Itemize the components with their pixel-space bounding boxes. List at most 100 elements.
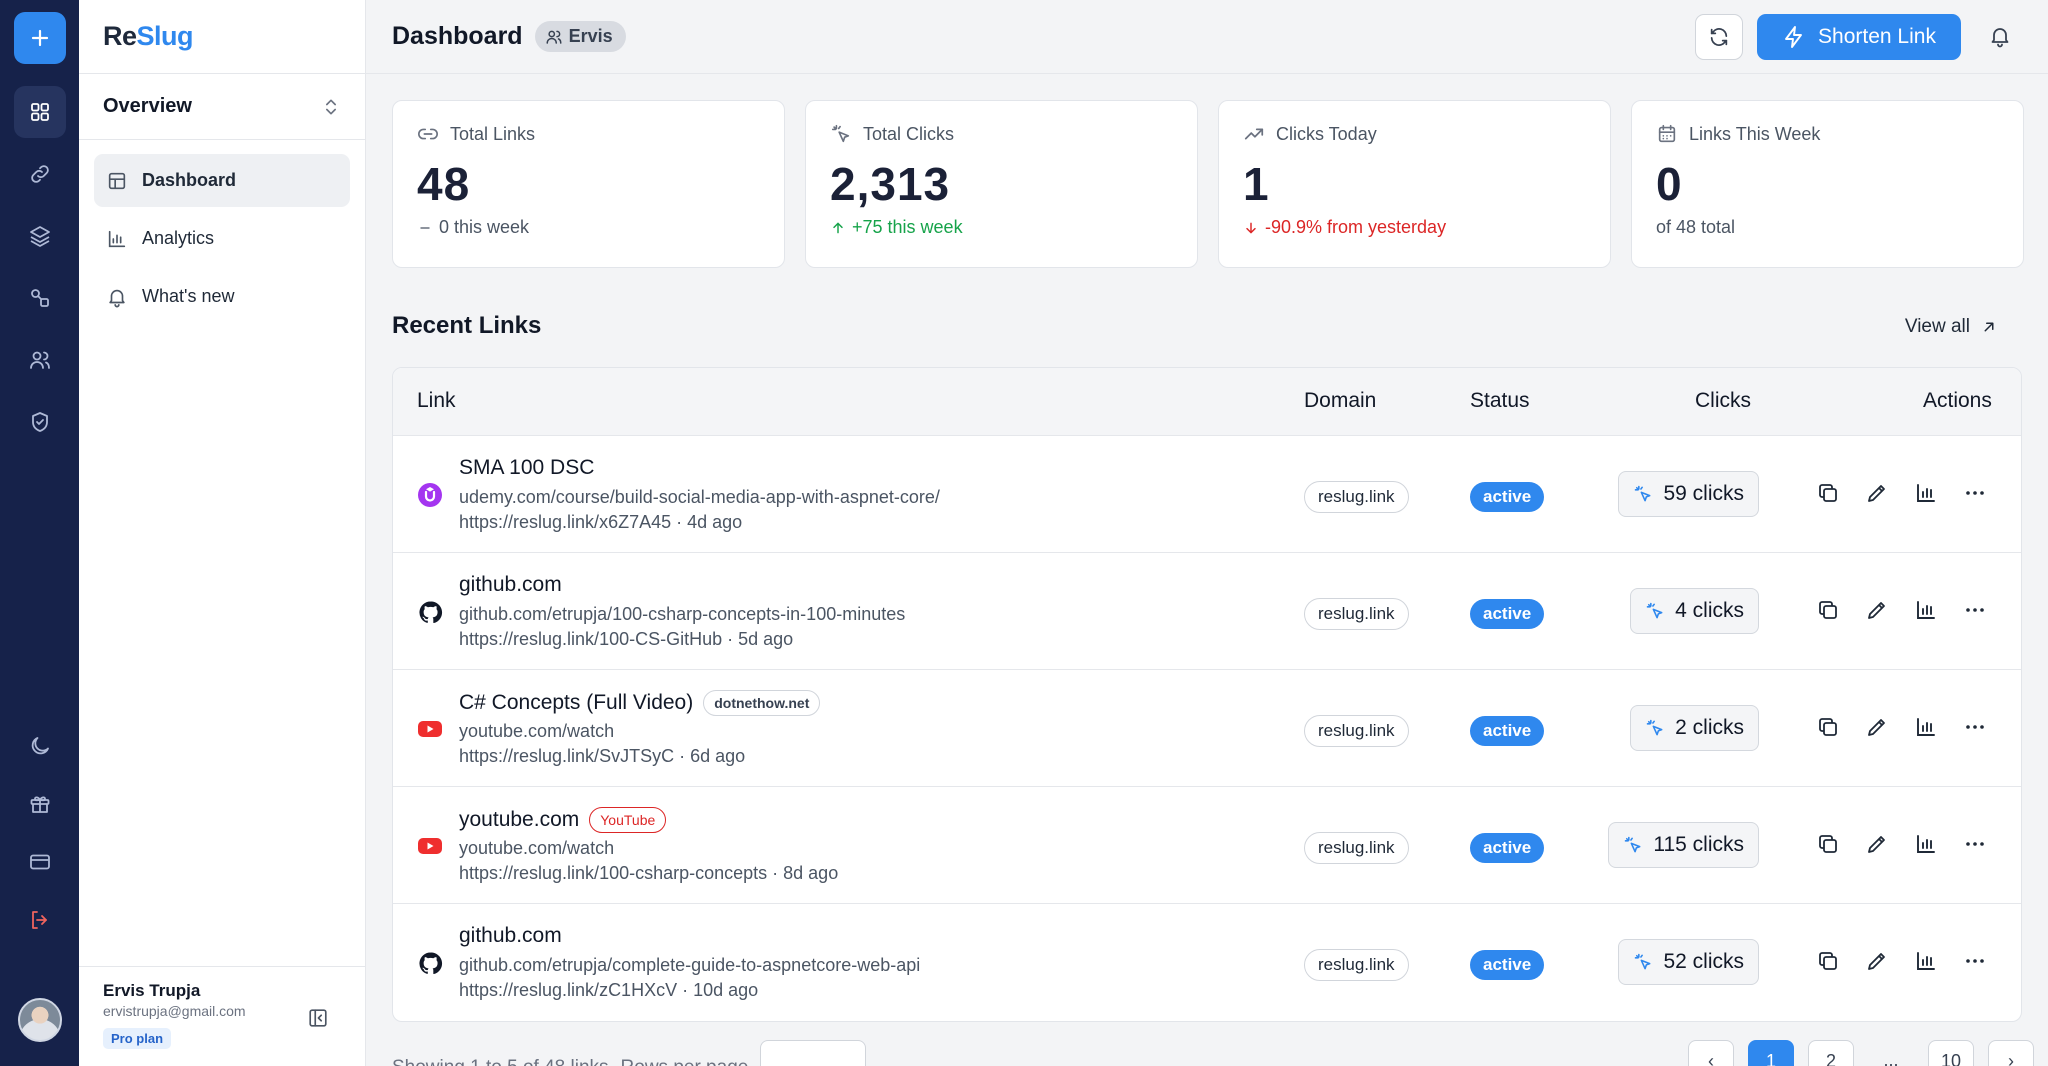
- column-header-link: Link: [417, 389, 456, 412]
- next-page-button[interactable]: ›: [1988, 1040, 2034, 1066]
- section-selector[interactable]: Overview: [79, 74, 365, 140]
- edit-button[interactable]: [1864, 831, 1889, 856]
- clicks-button[interactable]: 2 clicks: [1630, 705, 1759, 751]
- pointer-click-icon: [1635, 953, 1651, 970]
- rail-links-button[interactable]: [14, 148, 66, 200]
- copy-button[interactable]: [1815, 714, 1840, 739]
- avatar[interactable]: [17, 998, 62, 1042]
- stats-button[interactable]: [1913, 480, 1938, 505]
- stats-button[interactable]: [1913, 714, 1938, 739]
- layers-icon: [29, 226, 50, 247]
- rows-per-page-select[interactable]: [760, 1040, 867, 1066]
- more-horizontal-icon: [1965, 958, 1984, 963]
- column-header-clicks: Clicks: [1695, 389, 1751, 412]
- stats-button[interactable]: [1913, 831, 1938, 856]
- rail-theme-button[interactable]: [14, 720, 66, 772]
- sidebar-item-dashboard[interactable]: Dashboard: [94, 154, 350, 207]
- link-title[interactable]: github.com: [459, 924, 562, 948]
- rail-dashboard-button[interactable]: [13, 86, 66, 138]
- rail-gift-button[interactable]: [14, 778, 66, 830]
- sidebar-nav: Dashboard Analytics What's new: [79, 140, 365, 337]
- more-button[interactable]: [1962, 714, 1987, 739]
- brand-logo[interactable]: Re Slug: [79, 0, 365, 74]
- row-actions: [1815, 831, 1987, 856]
- view-all-label: View all: [1904, 316, 1970, 337]
- prev-page-button[interactable]: ‹: [1688, 1040, 1734, 1066]
- refresh-button[interactable]: [1695, 14, 1743, 60]
- stats-button[interactable]: [1913, 948, 1938, 973]
- column-header-domain: Domain: [1304, 389, 1377, 412]
- page-button[interactable]: 1: [1748, 1040, 1794, 1066]
- sidebar-item-analytics[interactable]: Analytics: [94, 212, 350, 265]
- row-actions: [1815, 480, 1987, 505]
- stats-button[interactable]: [1913, 597, 1938, 622]
- shorten-link-button[interactable]: Shorten Link: [1757, 14, 1961, 60]
- chevron-up-down-icon: [326, 99, 336, 114]
- copy-icon: [1818, 834, 1837, 853]
- copy-button[interactable]: [1815, 480, 1840, 505]
- row-actions: [1815, 597, 1987, 622]
- rail-security-button[interactable]: [14, 396, 66, 448]
- link-title[interactable]: github.com: [459, 573, 562, 597]
- clicks-button[interactable]: 4 clicks: [1630, 588, 1759, 634]
- stat-value: 2,313: [830, 158, 951, 210]
- rail-logout-button[interactable]: [14, 894, 66, 946]
- user-profile: Ervis Trupja ervistrupja@gmail.com Pro p…: [79, 966, 365, 1066]
- pencil-icon: [1867, 835, 1885, 853]
- status-badge: active: [1470, 833, 1545, 863]
- main-content: Dashboard Ervis Shorten Link Total Links…: [366, 0, 2048, 1066]
- copy-button[interactable]: [1815, 948, 1840, 973]
- more-button[interactable]: [1962, 831, 1987, 856]
- rail-layers-button[interactable]: [14, 210, 66, 262]
- edit-button[interactable]: [1864, 714, 1889, 739]
- row-actions: [1815, 714, 1987, 739]
- more-horizontal-icon: [1965, 607, 1984, 612]
- create-button[interactable]: [13, 12, 66, 64]
- rail-shapes-button[interactable]: [14, 272, 66, 324]
- edit-button[interactable]: [1864, 948, 1889, 973]
- stat-card-total-links: Total Links 48 0 this week: [392, 100, 785, 268]
- more-button[interactable]: [1962, 597, 1987, 622]
- edit-button[interactable]: [1864, 597, 1889, 622]
- table-row[interactable]: C# Concepts (Full Video) dotnethow.net y…: [393, 670, 2021, 787]
- notifications-button[interactable]: [1988, 24, 2012, 53]
- clicks-button[interactable]: 115 clicks: [1608, 822, 1759, 868]
- collapse-sidebar-button[interactable]: [307, 1007, 329, 1034]
- bar-chart-icon: [1916, 717, 1935, 736]
- sidebar-item-whats-new[interactable]: What's new: [94, 270, 350, 323]
- link-destination: youtube.com/watch: [459, 721, 615, 741]
- view-all-link[interactable]: View all: [1905, 316, 1998, 338]
- domain-badge: reslug.link: [1304, 832, 1409, 864]
- minus-icon: [420, 226, 430, 229]
- table-header: Link Domain Status Clicks Actions: [393, 368, 2021, 436]
- copy-button[interactable]: [1815, 831, 1840, 856]
- table-row[interactable]: github.com github.com/etrupja/complete-g…: [393, 904, 2021, 1021]
- table-row[interactable]: SMA 100 DSC udemy.com/course/build-socia…: [393, 436, 2021, 553]
- link-title[interactable]: SMA 100 DSC: [459, 456, 594, 480]
- rail-users-button[interactable]: [14, 334, 66, 386]
- page-button[interactable]: 10: [1928, 1040, 1974, 1066]
- more-button[interactable]: [1962, 480, 1987, 505]
- pointer-click-icon: [1646, 602, 1663, 619]
- table-row[interactable]: youtube.com YouTube youtube.com/watch ht…: [393, 787, 2021, 904]
- table-row[interactable]: github.com github.com/etrupja/100-csharp…: [393, 553, 2021, 670]
- workspace-badge[interactable]: Ervis: [534, 21, 626, 52]
- link-title[interactable]: C# Concepts (Full Video): [459, 691, 693, 715]
- stats-row: Total Links 48 0 this week Total Clicks …: [392, 100, 2024, 268]
- rail-billing-button[interactable]: [14, 836, 66, 888]
- page-title: Dashboard: [392, 22, 523, 50]
- link-title[interactable]: youtube.com: [459, 808, 579, 832]
- copy-button[interactable]: [1815, 597, 1840, 622]
- credit-card-icon: [29, 854, 50, 870]
- pagination-summary: Showing 1 to 5 of 48 links Rows per page: [392, 1040, 867, 1066]
- edit-button[interactable]: [1864, 480, 1889, 505]
- rows-per-page-label: Rows per page: [621, 1057, 749, 1066]
- page-button[interactable]: 2: [1808, 1040, 1854, 1066]
- clicks-button[interactable]: 52 clicks: [1618, 939, 1759, 985]
- section-label: Overview: [103, 95, 192, 117]
- short-link-meta: https://reslug.link/100-CS-GitHub · 5d a…: [459, 629, 794, 649]
- more-button[interactable]: [1962, 948, 1987, 973]
- trending-up-icon: [1244, 128, 1264, 140]
- clicks-button[interactable]: 59 clicks: [1618, 471, 1759, 517]
- clicks-count: 59 clicks: [1663, 482, 1744, 505]
